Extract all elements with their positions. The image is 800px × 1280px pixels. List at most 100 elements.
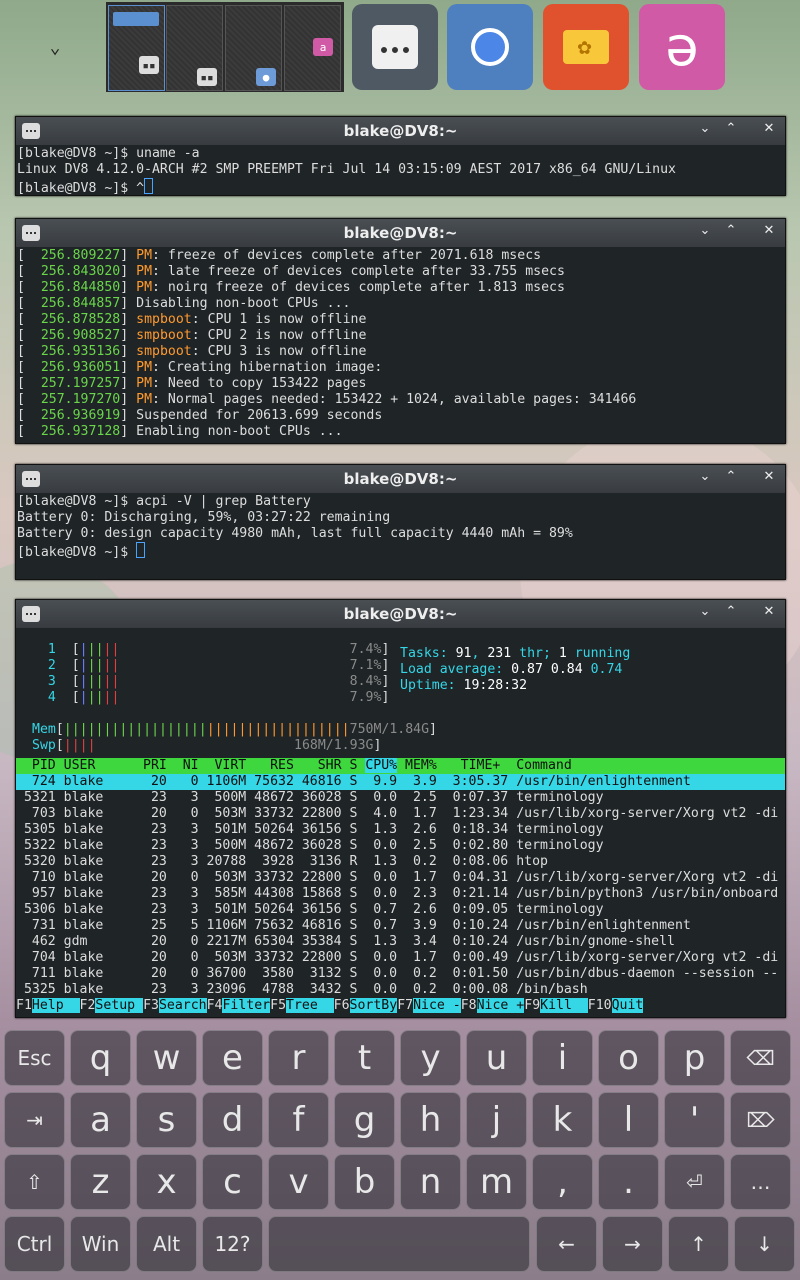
minimize-icon[interactable]: ⌄: [695, 469, 715, 484]
process-row[interactable]: 724 blake 20 0 1106M 75632 46816 S 9.9 3…: [16, 774, 785, 790]
maximize-icon[interactable]: ⌃: [721, 223, 741, 238]
key-y[interactable]: y: [400, 1030, 461, 1086]
close-icon[interactable]: ✕: [759, 223, 779, 238]
terminal-window-htop[interactable]: blake@DV8:~ ⌄ ⌃ ✕ 1 [||||| 7.4%] 2 [||||…: [15, 599, 786, 1018]
files-launcher[interactable]: ✿: [543, 4, 629, 90]
minimize-icon[interactable]: ⌄: [695, 604, 715, 619]
key-ctrl[interactable]: Ctrl: [4, 1216, 65, 1272]
key-.[interactable]: .: [598, 1154, 659, 1210]
key-b[interactable]: b: [334, 1154, 395, 1210]
fkey-setup-button[interactable]: Setup: [95, 998, 144, 1013]
key-q[interactable]: q: [70, 1030, 131, 1086]
process-row[interactable]: 731 blake 25 5 1106M 75632 46816 S 0.7 3…: [16, 918, 785, 934]
fkey-tree-button[interactable]: Tree: [286, 998, 334, 1013]
close-icon[interactable]: ✕: [759, 469, 779, 484]
fkey-filter-button[interactable]: Filter: [222, 998, 271, 1013]
fkey-quit-button[interactable]: Quit: [611, 998, 644, 1013]
key-u[interactable]: u: [466, 1030, 527, 1086]
key-[interactable]: ↑: [668, 1216, 729, 1272]
process-table-header[interactable]: PID USER PRI NI VIRT RES SHR S CPU% MEM%…: [16, 758, 785, 774]
key-,[interactable]: ,: [532, 1154, 593, 1210]
key-z[interactable]: z: [70, 1154, 131, 1210]
key-w[interactable]: w: [136, 1030, 197, 1086]
key-s[interactable]: s: [136, 1092, 197, 1148]
key-h[interactable]: h: [400, 1092, 461, 1148]
process-row[interactable]: 462 gdm 20 0 2217M 65304 35384 S 1.3 3.4…: [16, 934, 785, 950]
process-row[interactable]: 5306 blake 23 3 501M 50264 36156 S 0.7 2…: [16, 902, 785, 918]
onboard-launcher[interactable]: ə: [639, 4, 725, 90]
window-titlebar[interactable]: blake@DV8:~ ⌄ ⌃ ✕: [16, 117, 785, 145]
desktop-2[interactable]: ▪▪: [166, 5, 223, 91]
key-p[interactable]: p: [664, 1030, 725, 1086]
onscreen-keyboard[interactable]: Esc q w e r t y u i o p ⌫ ⇥ a s d f g h j k l ' ⌦ ⇧ z x c v b n m,. ⏎… Ct…: [0, 1020, 800, 1280]
window-titlebar[interactable]: blake@DV8:~ ⌄ ⌃ ✕: [16, 219, 785, 247]
desktop-1[interactable]: ▪▪: [108, 5, 165, 91]
close-icon[interactable]: ✕: [759, 121, 779, 136]
key-[interactable]: ←: [536, 1216, 597, 1272]
key-n[interactable]: n: [400, 1154, 461, 1210]
minimize-icon[interactable]: ⌄: [695, 121, 715, 136]
terminology-launcher[interactable]: [352, 4, 438, 90]
fkey-sortby-button[interactable]: SortBy: [349, 998, 398, 1013]
key-o[interactable]: o: [598, 1030, 659, 1086]
process-row[interactable]: 5322 blake 23 3 500M 48672 36028 S 0.0 2…: [16, 838, 785, 854]
key-alt[interactable]: Alt: [136, 1216, 197, 1272]
key-j[interactable]: j: [466, 1092, 527, 1148]
process-row[interactable]: 710 blake 20 0 503M 33732 22800 S 0.0 1.…: [16, 870, 785, 886]
close-icon[interactable]: ✕: [759, 604, 779, 619]
fkey-help-button[interactable]: Help: [31, 998, 80, 1013]
function-key-bar[interactable]: F1Help F2Setup F3SearchF4FilterF5Tree F6…: [16, 998, 785, 1014]
terminal-window-uname[interactable]: blake@DV8:~ ⌄ ⌃ ✕ [blake@DV8 ~]$ uname -…: [15, 116, 786, 196]
process-row[interactable]: 957 blake 23 3 585M 44308 15868 S 0.0 2.…: [16, 886, 785, 902]
space-bar[interactable]: [268, 1216, 530, 1272]
process-row[interactable]: 711 blake 20 0 36700 3580 3132 S 0.0 0.2…: [16, 966, 785, 982]
terminal-output[interactable]: [ 256.809227] PM: freeze of devices comp…: [16, 247, 785, 440]
process-row[interactable]: 5305 blake 23 3 501M 50264 36156 S 1.3 2…: [16, 822, 785, 838]
key-…[interactable]: …: [730, 1154, 791, 1210]
maximize-icon[interactable]: ⌃: [721, 469, 741, 484]
terminal-output[interactable]: [blake@DV8 ~]$ acpi -V | grep Battery Bat…: [16, 493, 785, 561]
key-l[interactable]: l: [598, 1092, 659, 1148]
key-m[interactable]: m: [466, 1154, 527, 1210]
key-d[interactable]: d: [202, 1092, 263, 1148]
key-Esc[interactable]: Esc: [4, 1030, 65, 1086]
key-f[interactable]: f: [268, 1092, 329, 1148]
process-row[interactable]: 5321 blake 23 3 500M 48672 36028 S 0.0 2…: [16, 790, 785, 806]
key-c[interactable]: c: [202, 1154, 263, 1210]
process-row[interactable]: 704 blake 20 0 503M 33732 22800 S 0.0 1.…: [16, 950, 785, 966]
key-r[interactable]: r: [268, 1030, 329, 1086]
process-row[interactable]: 703 blake 20 0 503M 33732 22800 S 4.0 1.…: [16, 806, 785, 822]
minimize-icon[interactable]: ⌄: [695, 223, 715, 238]
key-12[interactable]: 12?: [202, 1216, 263, 1272]
key-⇥[interactable]: ⇥: [4, 1092, 65, 1148]
desktop-3[interactable]: ●: [225, 5, 282, 91]
terminal-output[interactable]: [blake@DV8 ~]$ uname -a Linux DV8 4.12.0-…: [16, 145, 785, 197]
process-row[interactable]: 5325 blake 23 3 23096 4788 3432 S 0.0 0.…: [16, 982, 785, 998]
key-k[interactable]: k: [532, 1092, 593, 1148]
sort-column-cpu[interactable]: CPU%: [365, 758, 398, 773]
maximize-icon[interactable]: ⌃: [721, 121, 741, 136]
key-'[interactable]: ': [664, 1092, 725, 1148]
key-t[interactable]: t: [334, 1030, 395, 1086]
process-row[interactable]: 5320 blake 23 3 20788 3928 3136 R 1.3 0.…: [16, 854, 785, 870]
key-x[interactable]: x: [136, 1154, 197, 1210]
key-[interactable]: ↓: [734, 1216, 795, 1272]
key-⏎[interactable]: ⏎: [664, 1154, 725, 1210]
fkey-search-button[interactable]: Search: [158, 998, 207, 1013]
chromium-launcher[interactable]: [447, 4, 533, 90]
key-a[interactable]: a: [70, 1092, 131, 1148]
key-e[interactable]: e: [202, 1030, 263, 1086]
key-win[interactable]: Win: [70, 1216, 131, 1272]
chevron-down-icon[interactable]: ⌄: [30, 26, 80, 70]
fkey-nice-button[interactable]: Nice +: [476, 998, 525, 1013]
maximize-icon[interactable]: ⌃: [721, 604, 741, 619]
key-i[interactable]: i: [532, 1030, 593, 1086]
window-titlebar[interactable]: blake@DV8:~ ⌄ ⌃ ✕: [16, 600, 785, 628]
key-v[interactable]: v: [268, 1154, 329, 1210]
key-⇧[interactable]: ⇧: [4, 1154, 65, 1210]
desktop-4[interactable]: a: [284, 5, 341, 91]
key-⌫[interactable]: ⌫: [730, 1030, 791, 1086]
fkey-nice-button[interactable]: Nice -: [413, 998, 461, 1013]
desktop-pager[interactable]: ▪▪ ▪▪ ● a: [106, 2, 344, 92]
key-[interactable]: →: [602, 1216, 663, 1272]
